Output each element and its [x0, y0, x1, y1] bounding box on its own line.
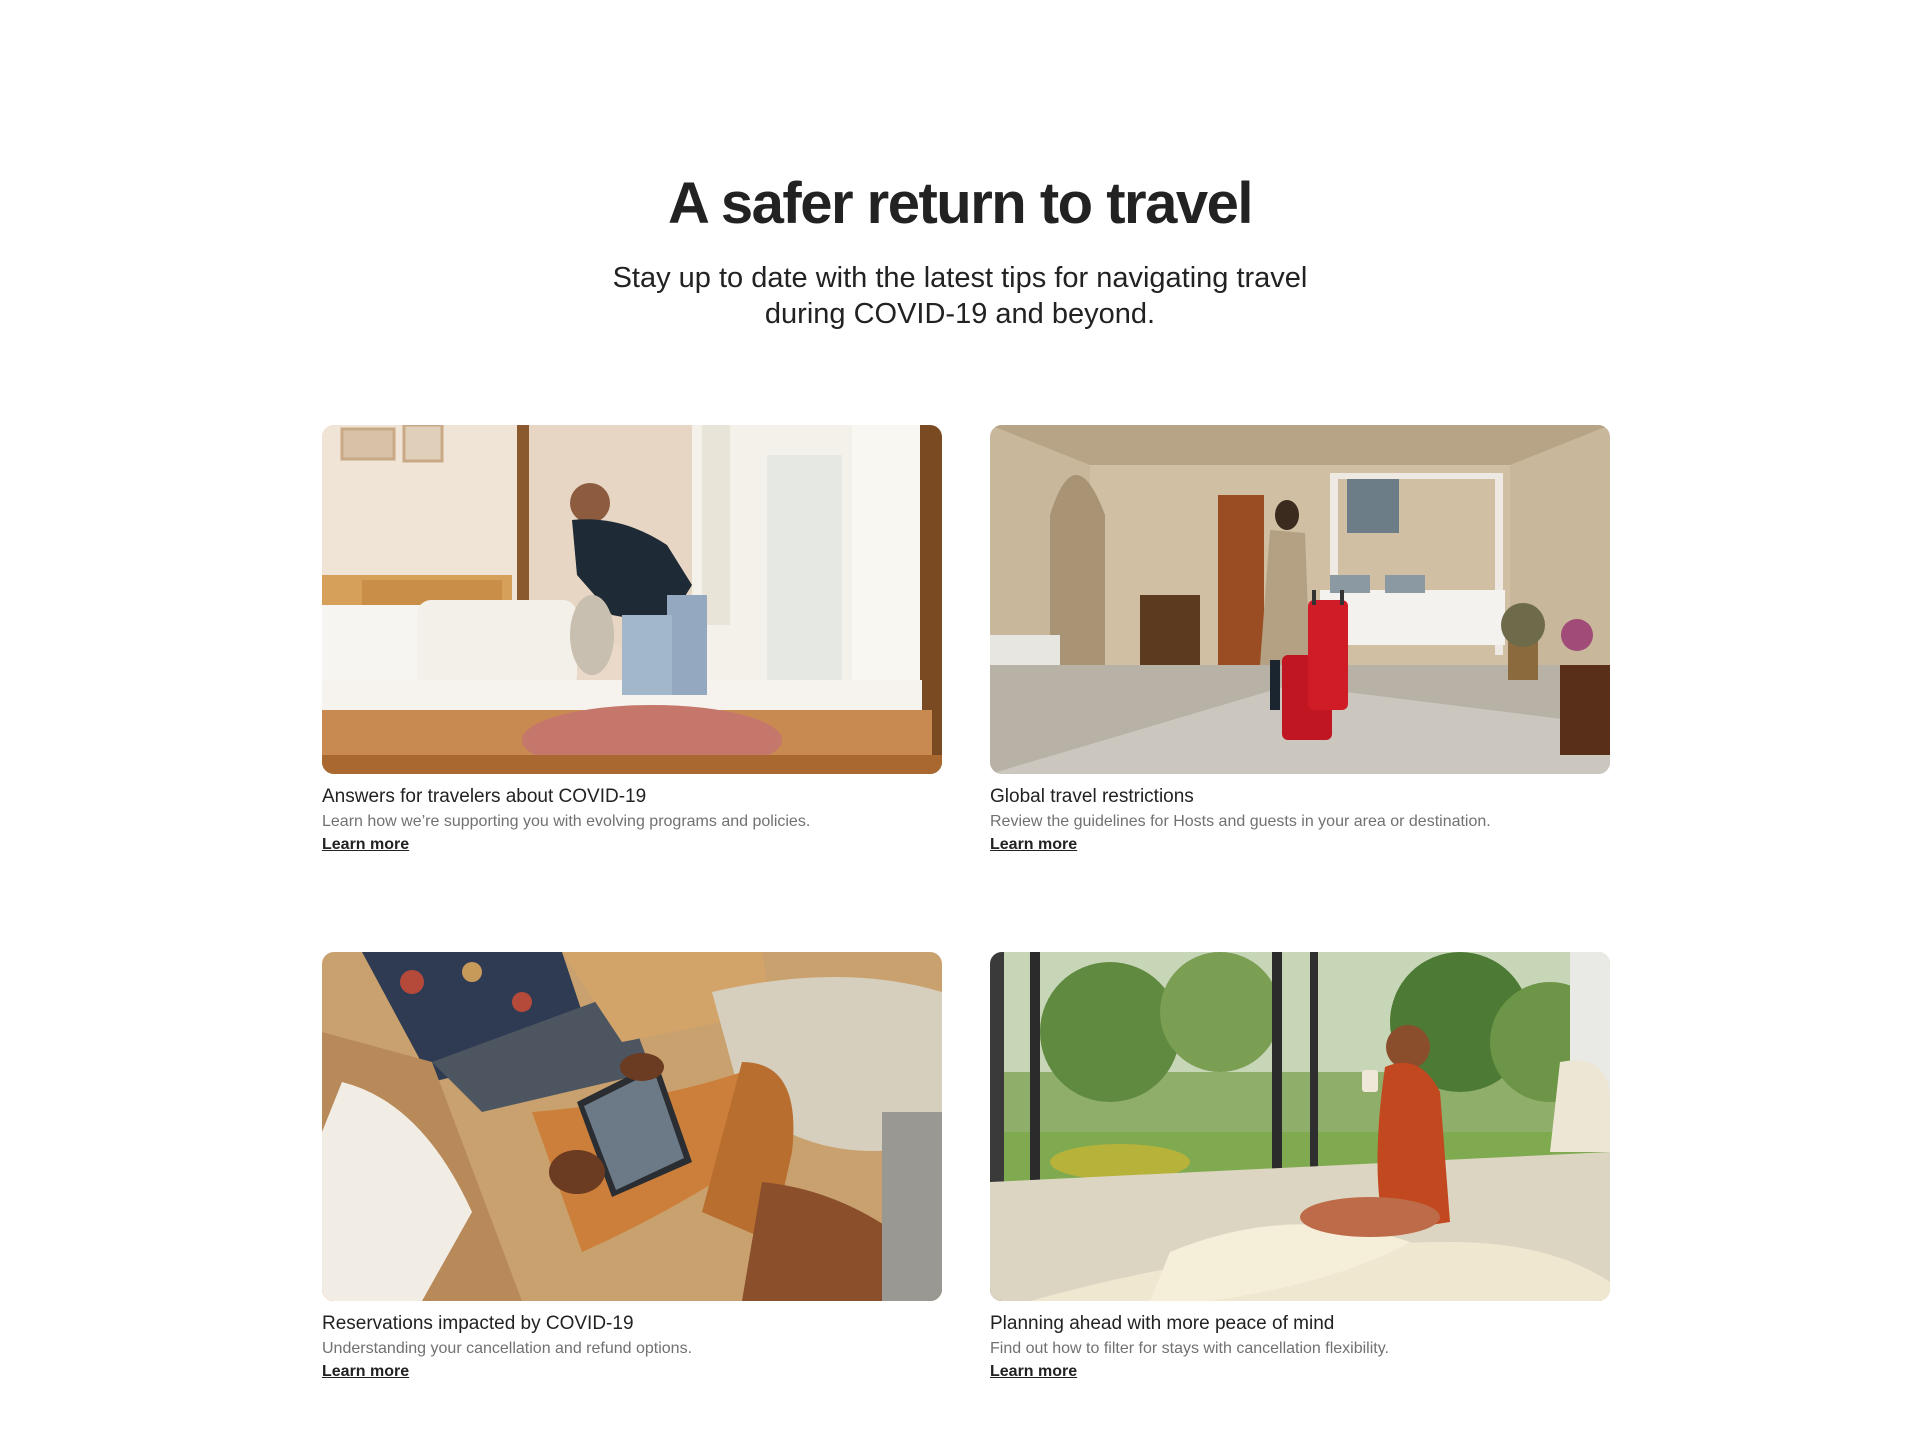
- card-description: Find out how to filter for stays with ca…: [990, 1340, 1389, 1357]
- card-travel-restrictions: Global travel restrictions Review the gu…: [990, 425, 1610, 855]
- card-image[interactable]: [990, 425, 1610, 774]
- woman-on-bed-garden-view-image: [990, 952, 1610, 1301]
- card-title: Global travel restrictions: [990, 786, 1194, 807]
- card-image[interactable]: [322, 952, 942, 1301]
- card-description: Learn how we’re supporting you with evol…: [322, 813, 811, 830]
- card-description: Review the guidelines for Hosts and gues…: [990, 813, 1491, 830]
- card-image[interactable]: [322, 425, 942, 774]
- card-title: Reservations impacted by COVID-19: [322, 1313, 634, 1334]
- traveler-with-red-suitcases-image: [990, 425, 1610, 774]
- page-title: A safer return to travel: [668, 171, 1253, 236]
- card-travelers-covid: Answers for travelers about COVID-19 Lea…: [322, 425, 942, 855]
- card-title: Answers for travelers about COVID-19: [322, 786, 647, 807]
- learn-more-link[interactable]: Learn more: [322, 1362, 409, 1382]
- card-title: Planning ahead with more peace of mind: [990, 1313, 1335, 1334]
- card-description: Understanding your cancellation and refu…: [322, 1340, 693, 1357]
- card-image[interactable]: [990, 952, 1610, 1301]
- card-reservations-impacted: Reservations impacted by COVID-19 Unders…: [322, 952, 942, 1382]
- learn-more-link[interactable]: Learn more: [990, 1362, 1077, 1382]
- learn-more-link[interactable]: Learn more: [322, 835, 409, 855]
- hero-section: A safer return to travel Stay up to date…: [0, 170, 1920, 332]
- card-planning-ahead: Planning ahead with more peace of mind F…: [990, 952, 1610, 1382]
- host-making-bed-image: [322, 425, 942, 774]
- page-subtitle: Stay up to date with the latest tips for…: [612, 262, 1308, 330]
- learn-more-link[interactable]: Learn more: [990, 835, 1077, 855]
- person-using-phone-on-sofa-image: [322, 952, 942, 1301]
